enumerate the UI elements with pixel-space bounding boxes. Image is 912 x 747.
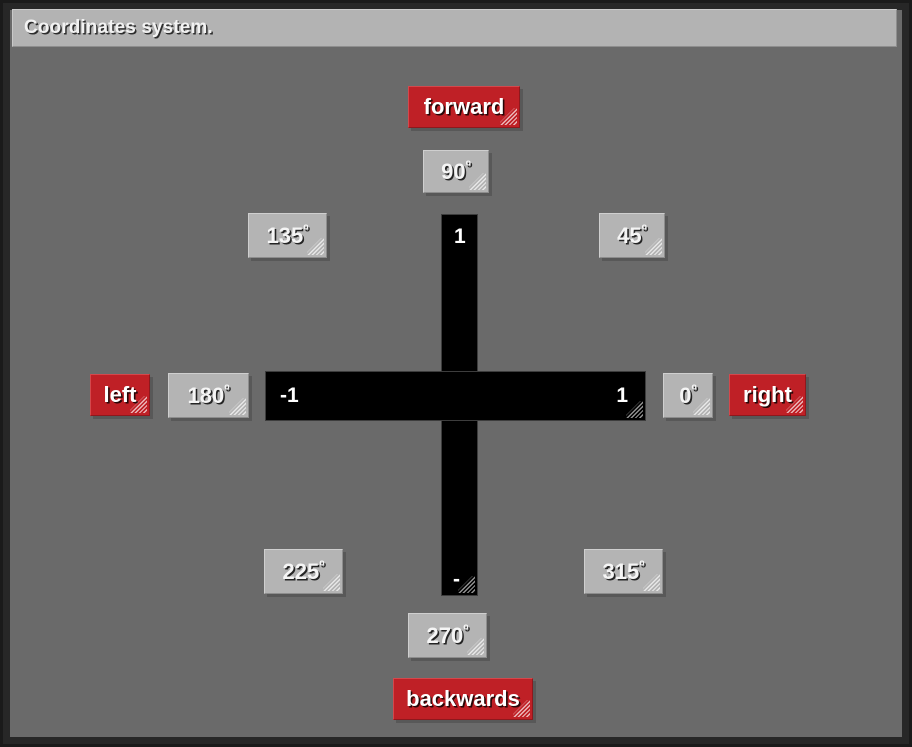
angle-label-180[interactable]: 180º xyxy=(168,373,249,418)
degree-sign-icon: º xyxy=(224,382,230,399)
resize-grip-icon[interactable] xyxy=(323,574,340,591)
resize-grip-icon[interactable] xyxy=(643,574,660,591)
vertical-axis-bottom-value: - xyxy=(453,569,460,591)
angle-label-270[interactable]: 270º xyxy=(408,613,487,658)
angle-label-text: 135º xyxy=(266,222,309,248)
horizontal-axis-bar[interactable]: -1 1 xyxy=(265,371,646,421)
angle-label-text: 315º xyxy=(602,558,645,584)
direction-label-text: backwards xyxy=(406,686,520,711)
degree-sign-icon: º xyxy=(641,222,647,239)
degree-sign-icon: º xyxy=(465,158,471,175)
direction-label-text: left xyxy=(103,382,137,407)
angle-label-0[interactable]: 0º xyxy=(663,373,713,418)
direction-label-right[interactable]: right xyxy=(729,374,806,416)
angle-label-225[interactable]: 225º xyxy=(264,549,343,594)
resize-grip-icon[interactable] xyxy=(229,398,246,415)
direction-label-text: right xyxy=(743,382,792,407)
horizontal-axis-left-value: -1 xyxy=(280,384,299,407)
resize-grip-icon[interactable] xyxy=(626,401,643,418)
resize-grip-icon[interactable] xyxy=(307,238,324,255)
angle-label-text: 45º xyxy=(617,222,647,248)
page-title: Coordinates system. xyxy=(24,17,213,38)
degree-sign-icon: º xyxy=(319,558,325,575)
coordinate-system-window: Coordinates system. 1 - -1 1 forward lef… xyxy=(0,0,912,747)
direction-label-backwards[interactable]: backwards xyxy=(393,678,533,720)
degree-sign-icon: º xyxy=(639,558,645,575)
angle-label-45[interactable]: 45º xyxy=(599,213,665,258)
angle-label-text: 180º xyxy=(187,382,230,408)
angle-label-text: 270º xyxy=(426,622,469,648)
resize-grip-icon[interactable] xyxy=(645,238,662,255)
degree-sign-icon: º xyxy=(303,222,309,239)
resize-grip-icon[interactable] xyxy=(467,638,484,655)
angle-label-90[interactable]: 90º xyxy=(423,150,489,193)
resize-grip-icon[interactable] xyxy=(469,173,486,190)
window-title-bar[interactable]: Coordinates system. xyxy=(12,9,897,47)
horizontal-axis-right-value: 1 xyxy=(616,384,628,407)
direction-label-forward[interactable]: forward xyxy=(408,86,520,128)
degree-sign-icon: º xyxy=(463,622,469,639)
degree-sign-icon: º xyxy=(691,382,697,399)
angle-label-text: 0º xyxy=(679,382,697,408)
angle-label-text: 225º xyxy=(282,558,325,584)
direction-label-text: forward xyxy=(423,94,505,119)
angle-label-135[interactable]: 135º xyxy=(248,213,327,258)
direction-label-left[interactable]: left xyxy=(90,374,150,416)
angle-label-text: 90º xyxy=(441,158,471,184)
angle-label-315[interactable]: 315º xyxy=(584,549,663,594)
vertical-axis-top-value: 1 xyxy=(454,225,466,248)
